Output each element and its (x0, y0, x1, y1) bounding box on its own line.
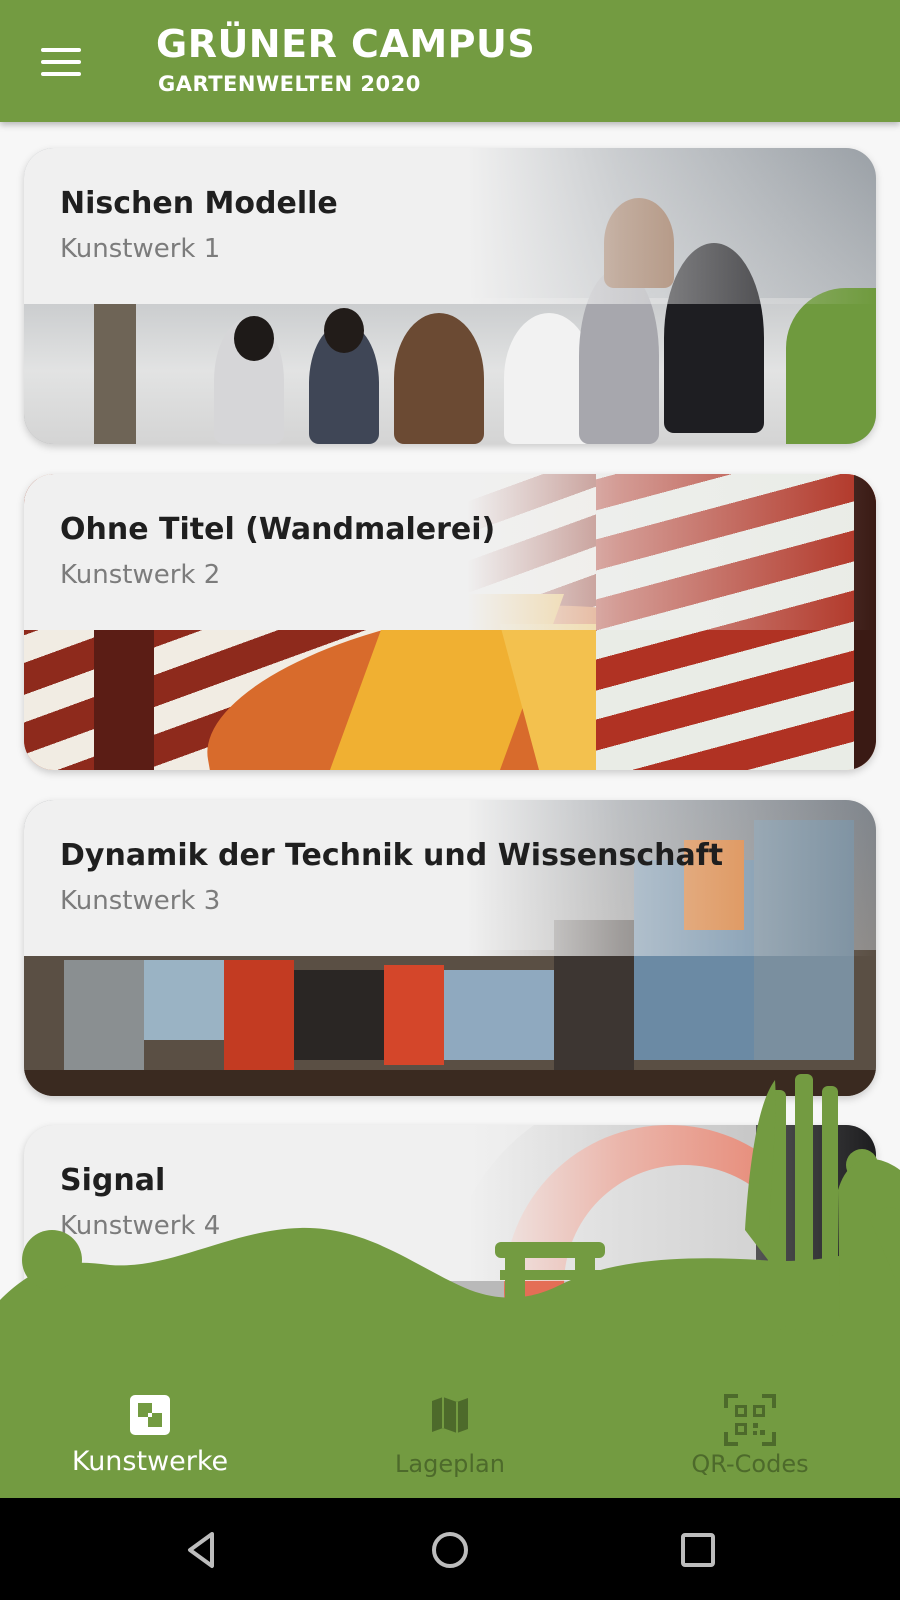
artwork-title: Signal (60, 1163, 166, 1198)
app-subtitle: GARTENWELTEN 2020 (158, 72, 421, 96)
artworks-icon (130, 1395, 170, 1435)
app-title: GRÜNER CAMPUS (156, 22, 536, 66)
artwork-title: Ohne Titel (Wandmalerei) (60, 512, 496, 547)
system-navigation-bar (0, 1498, 900, 1600)
map-icon (432, 1397, 468, 1433)
tab-label: Kunstwerke (71, 1446, 229, 1477)
back-icon[interactable] (180, 1528, 224, 1572)
artwork-title: Dynamik der Technik und Wissenschaft (60, 838, 724, 873)
artwork-card-3[interactable]: Dynamik der Technik und Wissenschaft Kun… (24, 800, 876, 1096)
artwork-subtitle: Kunstwerk 4 (60, 1211, 221, 1241)
tab-qr-codes[interactable]: QR-Codes (600, 1340, 900, 1498)
qr-code-icon (724, 1394, 776, 1446)
artwork-card-2[interactable]: Ohne Titel (Wandmalerei) Kunstwerk 2 (24, 474, 876, 770)
tab-kunstwerke[interactable]: Kunstwerke (0, 1340, 300, 1498)
tab-label: Lageplan (395, 1450, 505, 1478)
app-bar: GRÜNER CAMPUS GARTENWELTEN 2020 (0, 0, 900, 122)
artwork-subtitle: Kunstwerk 2 (60, 560, 221, 590)
menu-icon[interactable] (38, 44, 84, 80)
tab-label: QR-Codes (691, 1450, 809, 1478)
artwork-subtitle: Kunstwerk 3 (60, 886, 221, 916)
tab-lageplan[interactable]: Lageplan (300, 1340, 600, 1498)
artwork-title: Nischen Modelle (60, 186, 338, 221)
recents-icon[interactable] (676, 1528, 720, 1572)
home-icon[interactable] (428, 1528, 472, 1572)
artwork-card-1[interactable]: Nischen Modelle Kunstwerk 1 (24, 148, 876, 444)
artwork-subtitle: Kunstwerk 1 (60, 234, 221, 264)
bottom-navigation: Kunstwerke Lageplan QR-Codes (0, 1340, 900, 1498)
